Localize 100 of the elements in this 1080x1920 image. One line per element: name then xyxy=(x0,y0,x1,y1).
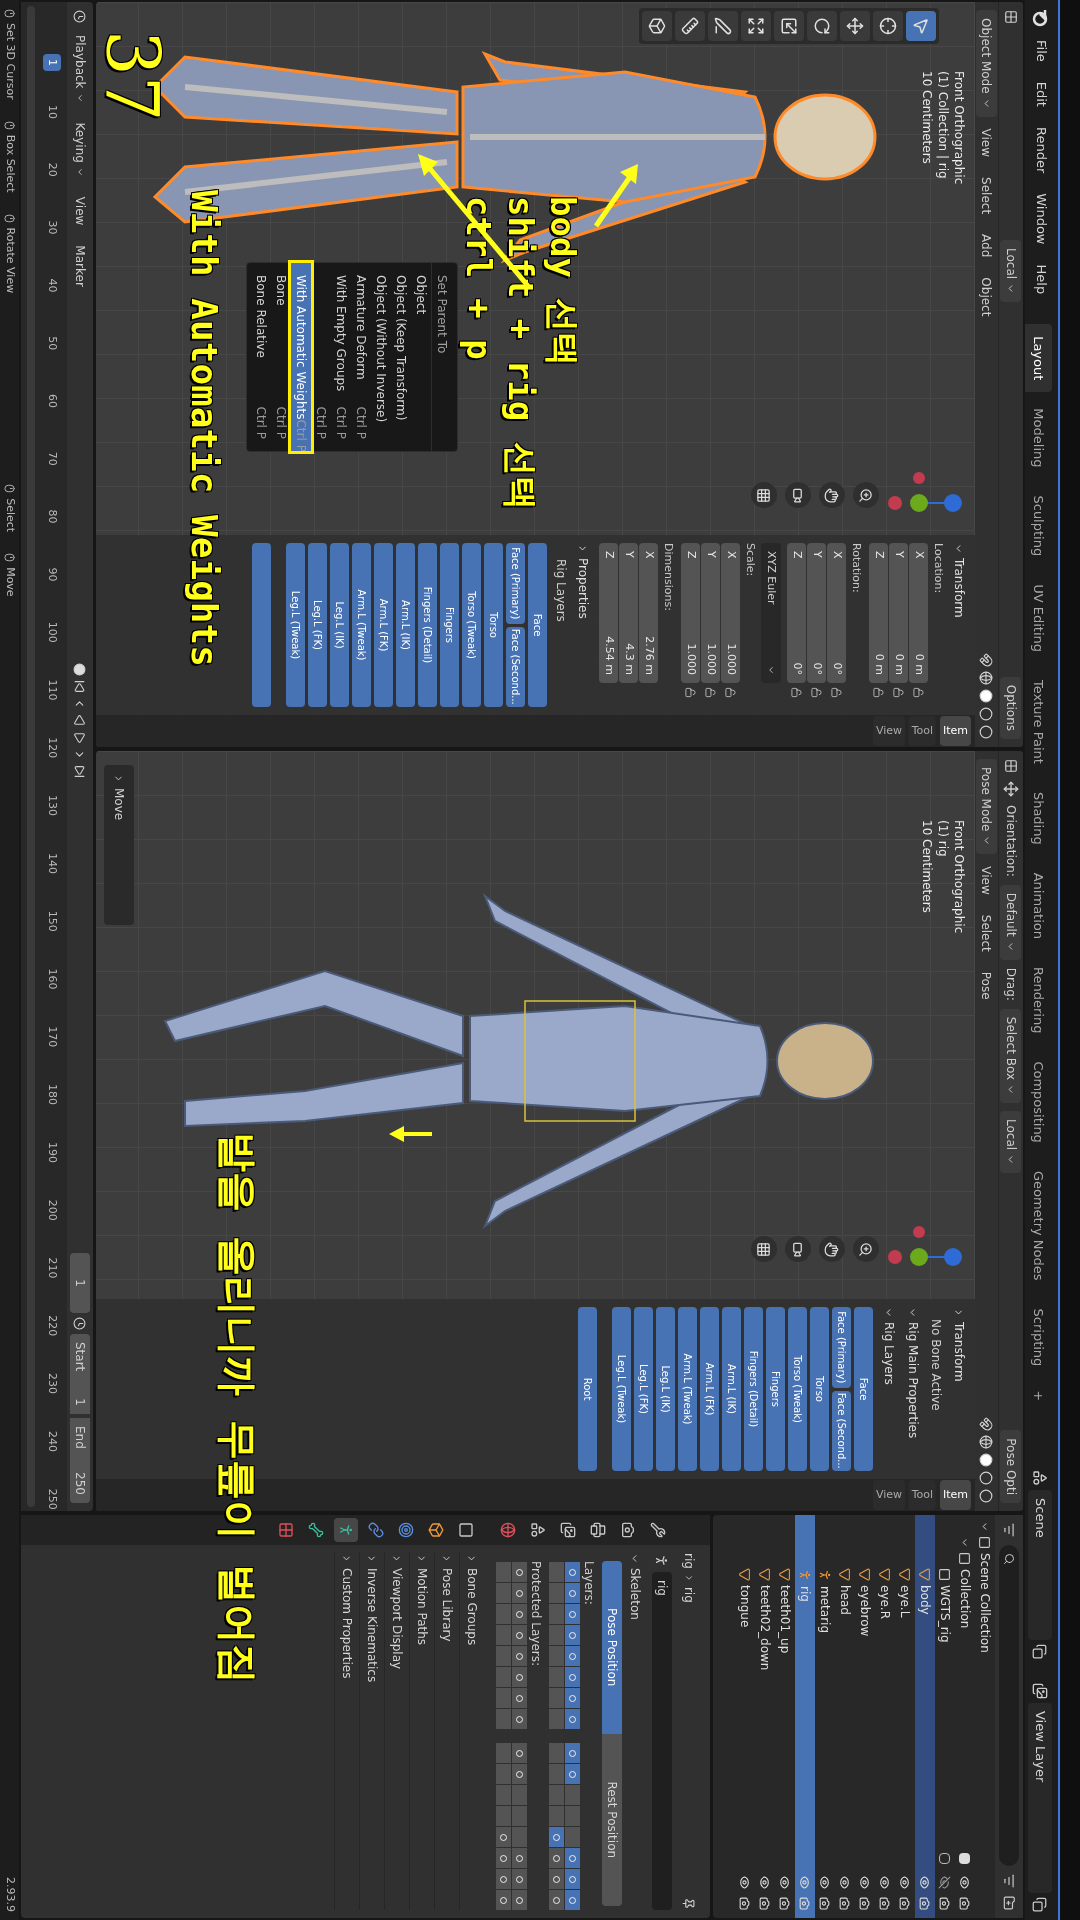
menu-item[interactable]: View xyxy=(70,188,90,234)
eye-icon[interactable] xyxy=(838,1876,852,1889)
workspace-tab[interactable]: Geometry Nodes xyxy=(1025,1158,1052,1293)
layer-toggle[interactable] xyxy=(512,1709,527,1729)
layer-toggle[interactable]: Leg.L (Tweak) xyxy=(612,1307,631,1471)
camera-icon[interactable] xyxy=(758,1897,772,1910)
layer-toggle[interactable] xyxy=(512,1625,527,1645)
dropdown[interactable]: Select Box xyxy=(1000,1008,1022,1103)
layer-toggle[interactable]: Fingers (Detail) xyxy=(744,1307,763,1471)
camera-icon[interactable] xyxy=(898,1897,912,1910)
layer-toggle[interactable]: Leg.L (IK) xyxy=(330,543,349,707)
number-field[interactable]: Y 4.3 m xyxy=(619,543,639,683)
number-field[interactable]: X 2.76 m xyxy=(639,543,659,683)
menu-item[interactable]: File xyxy=(1027,32,1055,70)
material-shading-icon[interactable] xyxy=(979,1471,994,1485)
layer-toggle[interactable] xyxy=(512,1827,527,1847)
layer-toggle[interactable] xyxy=(549,1806,564,1826)
layer-toggle[interactable] xyxy=(565,1562,580,1582)
sidebar-tab[interactable]: Tool xyxy=(908,1480,936,1510)
eye-icon[interactable] xyxy=(918,1876,932,1889)
eye-crossed-icon[interactable] xyxy=(938,1876,952,1889)
layer-toggle[interactable]: Fingers (Detail) xyxy=(418,543,437,707)
end-frame-field[interactable]: End 250 xyxy=(70,1418,90,1503)
layer-toggle[interactable]: Face (Second... xyxy=(506,626,525,707)
scene-field[interactable]: Scene xyxy=(1028,1490,1052,1640)
lock-icon[interactable] xyxy=(873,687,885,698)
layer-toggle[interactable] xyxy=(565,1848,580,1868)
layer-toggle[interactable] xyxy=(549,1869,564,1889)
wireframe-icon[interactable] xyxy=(979,671,994,685)
number-field[interactable]: Y 1.000 xyxy=(701,543,721,683)
record-icon[interactable] xyxy=(73,662,87,676)
panel-header[interactable]: Skeleton xyxy=(622,1553,648,1910)
layer-toggle[interactable] xyxy=(496,1583,511,1603)
camera-icon[interactable] xyxy=(918,1897,932,1910)
outliner-row[interactable]: eyebrow xyxy=(855,1515,875,1918)
solid-shading-icon[interactable] xyxy=(979,1453,994,1467)
layer-toggle[interactable] xyxy=(565,1827,580,1847)
outliner-row[interactable]: Scene Collection xyxy=(975,1515,995,1918)
dropdown[interactable]: Default xyxy=(1000,884,1022,960)
search-field[interactable] xyxy=(999,1545,1019,1866)
layer-toggle[interactable] xyxy=(496,1562,511,1582)
layer-toggle[interactable]: Torso xyxy=(810,1307,829,1471)
layer-toggle[interactable] xyxy=(565,1625,580,1645)
checkbox[interactable] xyxy=(939,1853,951,1864)
layer-toggle[interactable] xyxy=(512,1562,527,1582)
workspace-tab[interactable]: Sculpting xyxy=(1025,483,1052,569)
layer-toggle[interactable] xyxy=(565,1869,580,1889)
panel-header[interactable]: Properties xyxy=(571,543,595,707)
layer-toggle[interactable]: Torso (Tweak) xyxy=(788,1307,807,1471)
eye-icon[interactable] xyxy=(758,1876,772,1889)
play-icon[interactable] xyxy=(73,730,87,744)
layer-toggle[interactable]: Face (Primary) xyxy=(506,543,525,624)
material-shading-icon[interactable] xyxy=(979,707,994,721)
play-reverse-icon[interactable] xyxy=(73,713,87,727)
layer-toggle[interactable] xyxy=(565,1743,580,1763)
duplicate-icon[interactable] xyxy=(1032,1897,1048,1912)
camera-icon[interactable] xyxy=(878,1897,892,1910)
layer-toggle[interactable] xyxy=(252,543,271,707)
outliner-row[interactable]: teeth01_up xyxy=(775,1515,795,1918)
panel-header[interactable]: Viewport Display xyxy=(384,1553,409,1910)
layer-toggle[interactable] xyxy=(512,1646,527,1666)
camera-icon[interactable] xyxy=(838,1897,852,1910)
layer-toggle[interactable] xyxy=(496,1827,511,1847)
layer-toggle[interactable] xyxy=(565,1604,580,1624)
outliner-row[interactable]: eye.L xyxy=(895,1515,915,1918)
layer-toggle[interactable]: Leg.L (FK) xyxy=(308,543,327,707)
camera-icon[interactable] xyxy=(858,1897,872,1910)
layer-toggle[interactable] xyxy=(496,1625,511,1645)
pen-icon[interactable] xyxy=(708,11,738,41)
layer-toggle[interactable] xyxy=(512,1583,527,1603)
clock-icon[interactable] xyxy=(73,1317,87,1330)
layer-toggle[interactable]: Arm.L (IK) xyxy=(722,1307,741,1471)
frame-field[interactable]: 1 xyxy=(70,1253,90,1313)
layer-toggle[interactable] xyxy=(549,1785,564,1805)
layer-toggle[interactable]: Arm.L (FK) xyxy=(374,543,393,707)
mode-dropdown[interactable]: Object Mode xyxy=(976,10,997,117)
layer-toggle[interactable]: Leg.L (Tweak) xyxy=(286,543,305,707)
sidebar-tab[interactable]: Item xyxy=(939,716,971,746)
layer-toggle[interactable] xyxy=(496,1764,511,1784)
layer-toggle[interactable]: Face (Second... xyxy=(832,1390,851,1471)
menu-item[interactable]: Marker xyxy=(70,237,90,295)
layer-toggle[interactable]: Face xyxy=(528,543,547,707)
view-layer-icon[interactable] xyxy=(1032,1683,1048,1699)
layer-toggle[interactable] xyxy=(496,1743,511,1763)
camera-icon[interactable] xyxy=(785,1236,811,1262)
layer-toggle[interactable] xyxy=(549,1625,564,1645)
scene-icon[interactable] xyxy=(1032,1470,1048,1486)
wireframe-icon[interactable] xyxy=(979,1435,994,1449)
number-field[interactable]: Z 0 m xyxy=(869,543,889,683)
workspace-tab[interactable]: Layout xyxy=(1025,324,1052,393)
layer-toggle[interactable] xyxy=(565,1806,580,1826)
camera-icon[interactable] xyxy=(818,1897,832,1910)
options-button[interactable]: Options xyxy=(1000,676,1022,739)
lock-icon[interactable] xyxy=(913,687,925,698)
menu-item[interactable]: Add xyxy=(976,226,997,266)
move-arrows-icon[interactable] xyxy=(1003,781,1019,797)
panel-header[interactable]: Rig Layers xyxy=(877,1307,901,1471)
eye-icon[interactable] xyxy=(818,1876,832,1889)
layer-toggle[interactable] xyxy=(496,1848,511,1868)
outliner-row[interactable]: body xyxy=(915,1515,935,1918)
